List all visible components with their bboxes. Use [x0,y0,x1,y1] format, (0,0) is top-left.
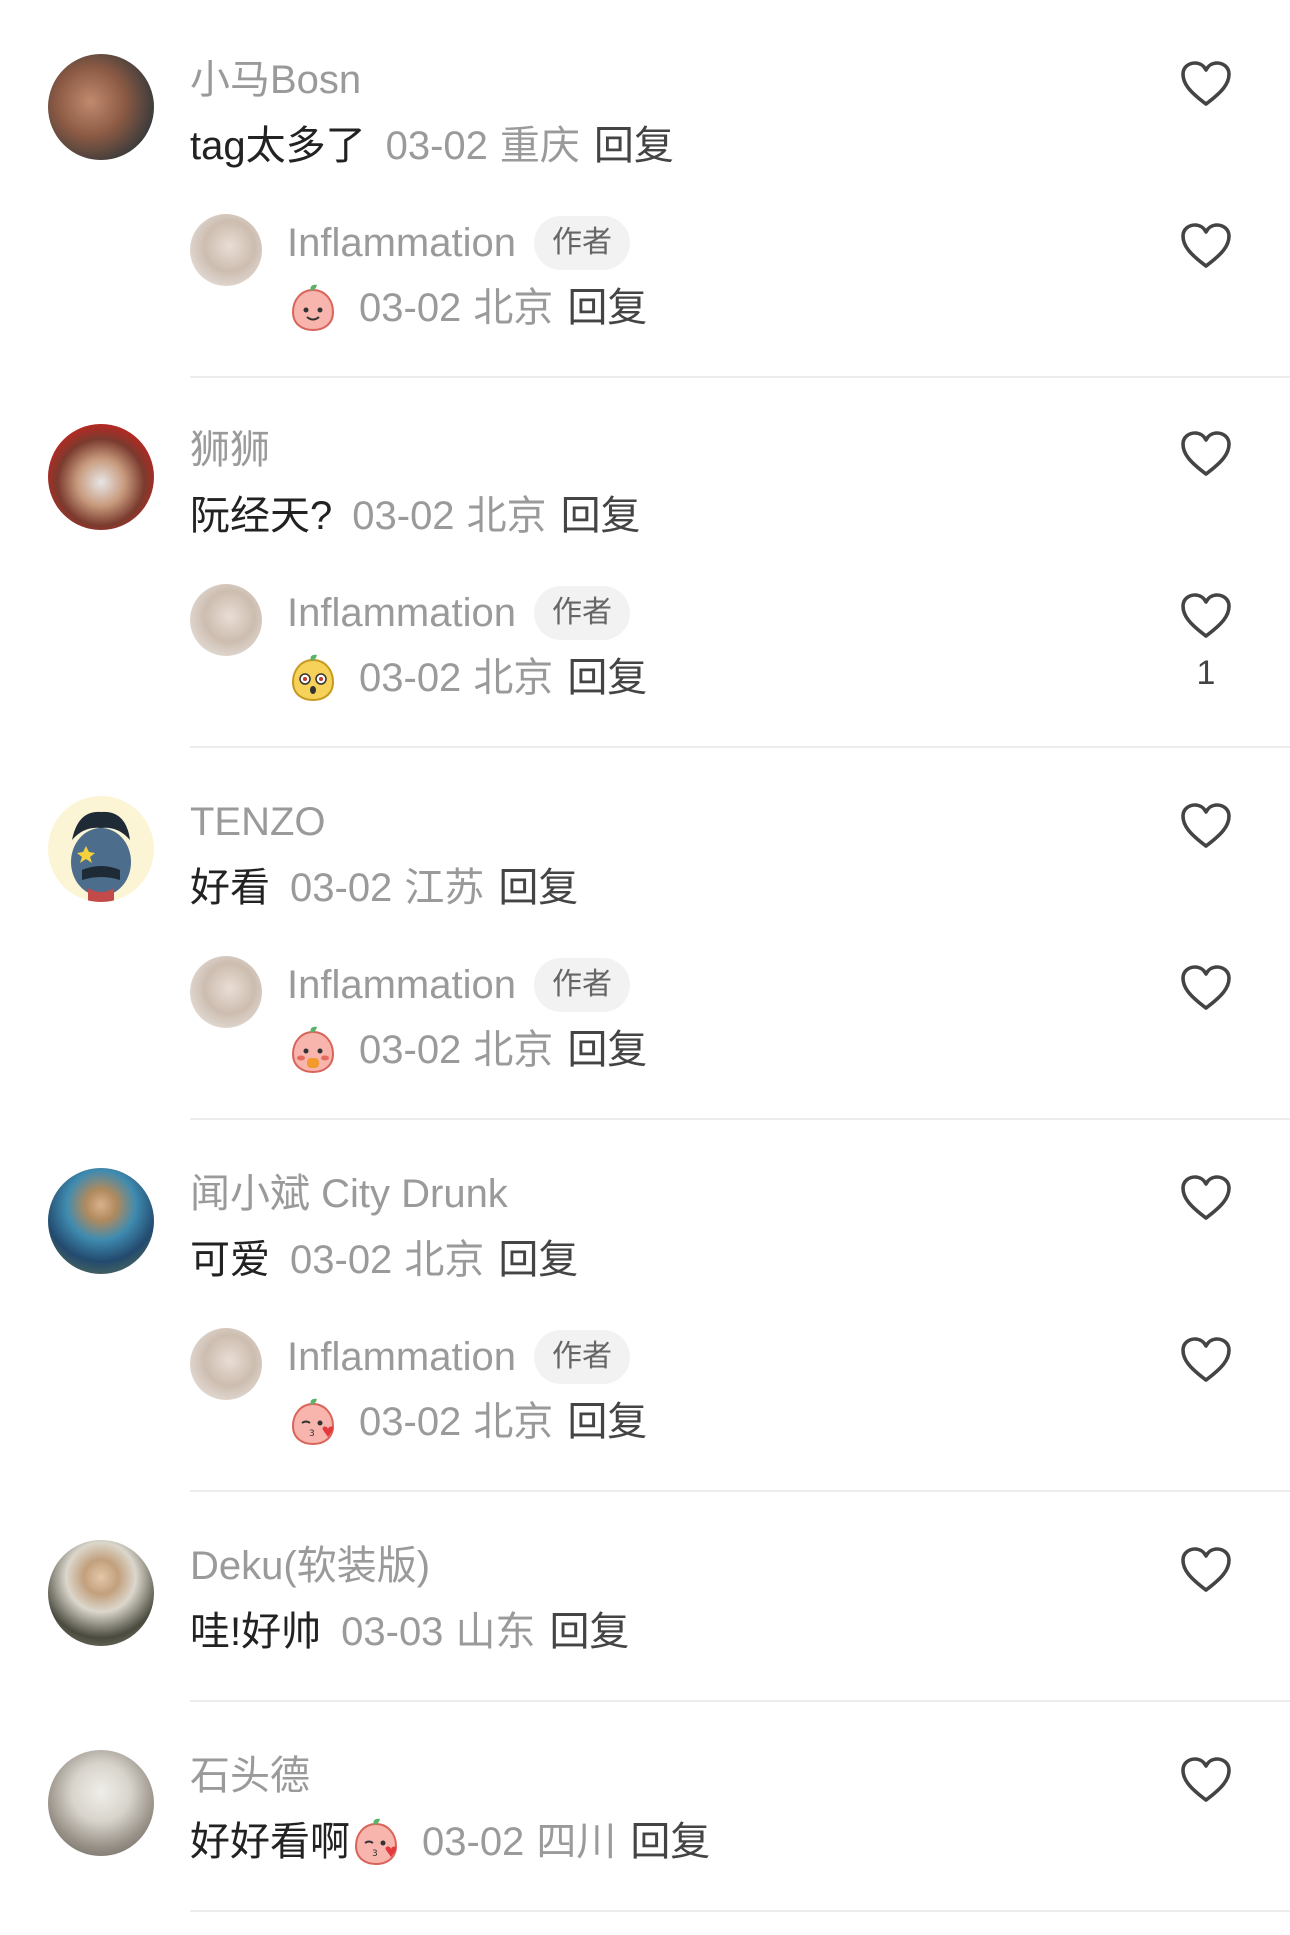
like-heart-icon[interactable] [1180,430,1232,478]
reply-avatar[interactable] [190,214,262,286]
comment-text: 哇!好帅 [190,1610,322,1654]
reply-button[interactable]: 回复 [561,490,641,542]
comment-text-line: 好好看啊 3 03-02 四川 回复 [190,1816,710,1868]
comment-username[interactable]: 小马Bosn [190,56,361,104]
comment-date: 03-02 [290,1238,393,1282]
comment-text-line: 阮经天? 03-02 北京 回复 [190,490,641,542]
cartoon-avatar-icon [71,811,131,902]
reply-text-line: 03-02 北京 回复 [287,652,647,704]
comment-text: 阮经天? [190,494,333,538]
like-heart-icon[interactable] [1180,592,1232,640]
reply-username[interactable]: Inflammation [287,219,516,267]
comment-date: 03-02 [385,124,488,168]
reply-button[interactable]: 回复 [549,1606,629,1658]
comment-text: tag太多了 [190,124,366,168]
shy-emoji-icon [287,1024,339,1076]
reply-button[interactable]: 回复 [498,862,578,914]
reply-username-row: Inflammation 作者 [287,216,630,270]
comment-text-line: 哇!好帅 03-03 山东 回复 [190,1606,629,1658]
like-heart-icon[interactable] [1180,1336,1232,1384]
avatar[interactable] [48,796,154,902]
like-heart-icon[interactable] [1180,222,1232,270]
reply-username-row: Inflammation 作者 [287,958,630,1012]
reply-button[interactable]: 回复 [567,652,647,704]
divider [190,1118,1290,1120]
reply-avatar[interactable] [190,584,262,656]
author-badge: 作者 [533,958,630,1012]
author-badge: 作者 [533,216,630,270]
avatar[interactable] [48,1168,154,1274]
like-heart-icon[interactable] [1180,60,1232,108]
comment-text-line: 可爱 03-02 北京 回复 [190,1234,578,1286]
comment-location: 北京 [404,1238,485,1282]
reply-username[interactable]: Inflammation [287,589,516,637]
comment-date: 03-02 [290,866,393,910]
reply-button[interactable]: 回复 [567,1396,647,1448]
comment-text: 可爱 [190,1238,270,1282]
reply-location: 北京 [473,1400,554,1444]
comment-date: 03-02 [352,494,455,538]
reply-button[interactable]: 回复 [567,282,647,334]
divider [190,376,1290,378]
like-heart-icon[interactable] [1180,964,1232,1012]
kiss-emoji-icon: 3 [287,1396,339,1448]
comment-location: 北京 [466,494,547,538]
reply-date: 03-02 [359,656,462,700]
svg-text:3: 3 [372,1849,378,1859]
like-count: 1 [1196,654,1216,692]
comment-username[interactable]: 狮狮 [190,426,270,474]
svg-text:3: 3 [309,1429,315,1439]
comment-username[interactable]: 石头德 [190,1752,310,1800]
comment-username[interactable]: 闻小斌 City Drunk [190,1170,508,1218]
divider [190,1700,1290,1702]
comment-text: 好好看啊 [190,1820,350,1864]
shocked-emoji-icon [291,654,335,702]
comment-location: 四川 [536,1820,617,1864]
reply-avatar[interactable] [190,1328,262,1400]
avatar[interactable] [48,54,154,160]
reply-date: 03-02 [359,1400,462,1444]
reply-text-line: 03-02 北京 回复 [287,1024,647,1076]
reply-button[interactable]: 回复 [567,1024,647,1076]
reply-username-row: Inflammation 作者 [287,1330,630,1384]
reply-button[interactable]: 回复 [630,1816,710,1868]
reply-username[interactable]: Inflammation [287,1333,516,1381]
reply-date: 03-02 [359,286,462,330]
reply-username-row: Inflammation 作者 [287,586,630,640]
like-heart-icon[interactable] [1180,1756,1232,1804]
comment-date: 03-02 [422,1820,525,1864]
divider [190,746,1290,748]
reply-location: 北京 [473,1028,554,1072]
reply-avatar[interactable] [190,956,262,1028]
divider [190,1910,1290,1912]
comment-location: 山东 [455,1610,536,1654]
divider [190,1490,1290,1492]
avatar[interactable] [48,424,154,530]
reply-username[interactable]: Inflammation [287,961,516,1009]
reply-location: 北京 [473,656,554,700]
reply-location: 北京 [473,286,554,330]
reply-button[interactable]: 回复 [498,1234,578,1286]
comment-text: 好看 [190,866,270,910]
smile-emoji-icon [287,282,339,334]
comment-text-line: tag太多了 03-02 重庆 回复 [190,120,674,172]
comment-date: 03-03 [341,1610,444,1654]
like-heart-icon[interactable] [1180,1546,1232,1594]
comment-username[interactable]: Deku(软装版) [190,1542,430,1590]
like-heart-icon[interactable] [1180,1174,1232,1222]
reply-button[interactable]: 回复 [594,120,674,172]
like-heart-icon[interactable] [1180,802,1232,850]
comment-username[interactable]: TENZO [190,798,326,846]
comment-text-line: 好看 03-02 江苏 回复 [190,862,578,914]
kiss-emoji-icon: 3 [350,1816,402,1868]
comment-location: 江苏 [404,866,485,910]
author-badge: 作者 [533,1330,630,1384]
reply-date: 03-02 [359,1028,462,1072]
comment-location: 重庆 [499,124,580,168]
reply-text-line: 3 03-02 北京 回复 [287,1396,647,1448]
author-badge: 作者 [533,586,630,640]
avatar[interactable] [48,1750,154,1856]
avatar[interactable] [48,1540,154,1646]
reply-text-line: 03-02 北京 回复 [287,282,647,334]
